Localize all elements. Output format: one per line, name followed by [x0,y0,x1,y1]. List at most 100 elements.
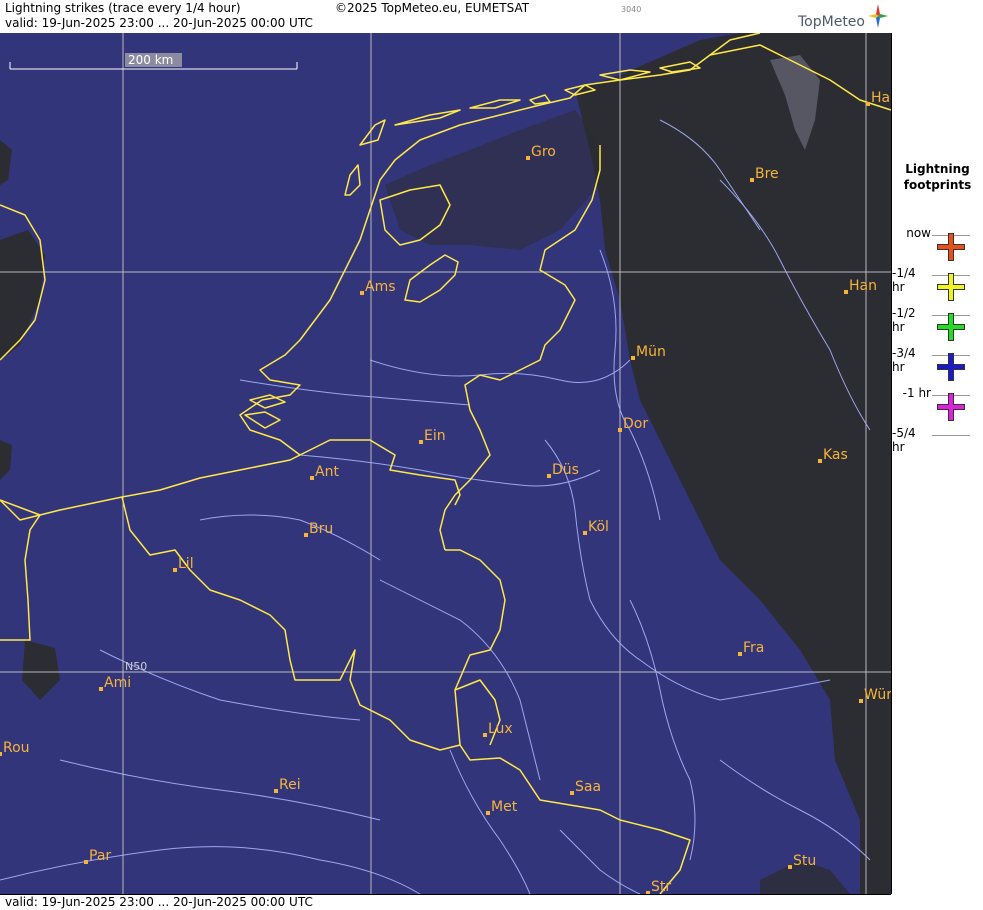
city-wurzburg: Wür [859,687,891,703]
city-luxembourg: Lux [483,721,513,737]
city-dot [483,733,487,737]
city-dot [310,476,314,480]
city-metz: Met [486,799,518,815]
brand-name: TopMeteo [798,14,865,30]
city-dot [859,699,863,703]
city-dusseldorf: Düs [547,462,579,478]
city-label: Stu [793,853,816,869]
city-stuttgart: Stu [788,853,816,869]
city-dot [173,568,177,572]
city-label: Wür [864,687,891,703]
legend-item: -5/4 hr [892,426,983,466]
map-title: Lightning strikes (trace every 1/4 hour) [5,1,241,15]
city-antwerp: Ant [310,464,339,480]
city-label: Lil [178,556,194,572]
legend-item: -1/4 hr [892,266,983,306]
city-dot [419,440,423,444]
city-label: Saa [575,779,601,795]
city-label: Met [491,799,518,815]
city-label: Ams [365,279,396,295]
city-label: Kas [823,447,848,463]
city-saarbrucken: Saa [570,779,601,795]
legend-item-label: -5/4 hr [892,426,916,454]
legend-item-label: -1/4 hr [892,266,916,294]
city-dot [631,356,635,360]
compass-logo-icon [868,4,888,28]
city-groningen: Gro [526,144,556,160]
legend-item: now [892,226,983,266]
city-dot [570,791,574,795]
city-dortmund: Dor [618,416,648,432]
lightning-cross-icon [937,313,965,341]
city-dot [84,860,88,864]
footer-bar: valid: 19-Jun-2025 23:00 ... 20-Jun-2025… [0,894,891,910]
city-hannover: Han [844,278,877,294]
legend-item-label: -3/4 hr [892,346,916,374]
city-dot [547,474,551,478]
city-dot [486,811,490,815]
header-bar: Lightning strikes (trace every 1/4 hour)… [0,0,891,34]
city-label: Gro [531,144,556,160]
city-paris: Par [84,848,111,864]
city-amsterdam: Ams [360,279,396,295]
legend-item-label: -1/2 hr [892,306,916,334]
scale-label: 200 km [128,53,173,67]
valid-time: valid: 19-Jun-2025 23:00 ... 20-Jun-2025… [5,16,313,30]
city-dot [818,459,822,463]
city-dot [618,428,622,432]
city-dot [583,531,587,535]
city-label: Par [89,848,111,864]
city-label: Bru [309,521,333,537]
city-kassel: Kas [818,447,848,463]
city-label: Fra [743,640,764,656]
lightning-legend: Lightning footprints now -1/4 hr -1/2 hr -3… [892,33,983,909]
city-label: Rei [279,777,301,793]
city-dot [0,752,2,756]
city-label: Köl [588,519,609,535]
city-brussels: Bru [304,521,333,537]
city-amiens: Ami [99,675,131,691]
legend-title-line2: footprints [903,178,972,192]
legend-item: -3/4 hr [892,346,983,386]
latitude-label: N50 [125,660,147,673]
city-dot [304,533,308,537]
city-label: Str [651,879,671,894]
city-label: Mün [636,344,666,360]
city-label: Han [849,278,877,294]
city-dot [99,687,103,691]
city-dot [844,290,848,294]
legend-item: -1/2 hr [892,306,983,346]
city-label: Bre [755,166,779,182]
city-label: Ant [315,464,339,480]
legend-item-label: -1 hr [902,386,931,400]
footer-valid-time: valid: 19-Jun-2025 23:00 ... 20-Jun-2025… [5,895,313,909]
lightning-cross-icon [937,393,965,421]
city-dot [866,102,870,106]
legend-divider [932,435,970,436]
lightning-cross-icon [937,233,965,261]
city-munster: Mün [631,344,666,360]
city-dot [750,178,754,182]
legend-title-line1: Lightning [905,162,970,176]
copyright-text: ©2025 TopMeteo.eu, EUMETSAT [335,1,530,15]
city-bremen: Bre [750,166,779,182]
city-label: Rou [3,740,30,756]
legend-title: Lightning footprints [892,161,983,193]
city-label: Ami [104,675,131,691]
lightning-map[interactable]: 200 km N50 Gro Bre Ham Ams Han Mün Ein Dor Ant Dü… [0,33,892,894]
product-code: 3040 [621,5,642,14]
legend-item: -1 hr [892,386,983,426]
city-label: Dor [623,416,648,432]
city-dot [788,865,792,869]
city-label: Ein [424,428,446,444]
city-label: Ham [871,90,891,106]
city-dot [274,789,278,793]
city-label: Düs [552,462,579,478]
city-dot [526,156,530,160]
lightning-cross-icon [937,273,965,301]
city-dot [360,291,364,295]
city-label: Lux [488,721,513,737]
city-dot [738,652,742,656]
legend-item-label: now [906,226,931,240]
lightning-cross-icon [937,353,965,381]
